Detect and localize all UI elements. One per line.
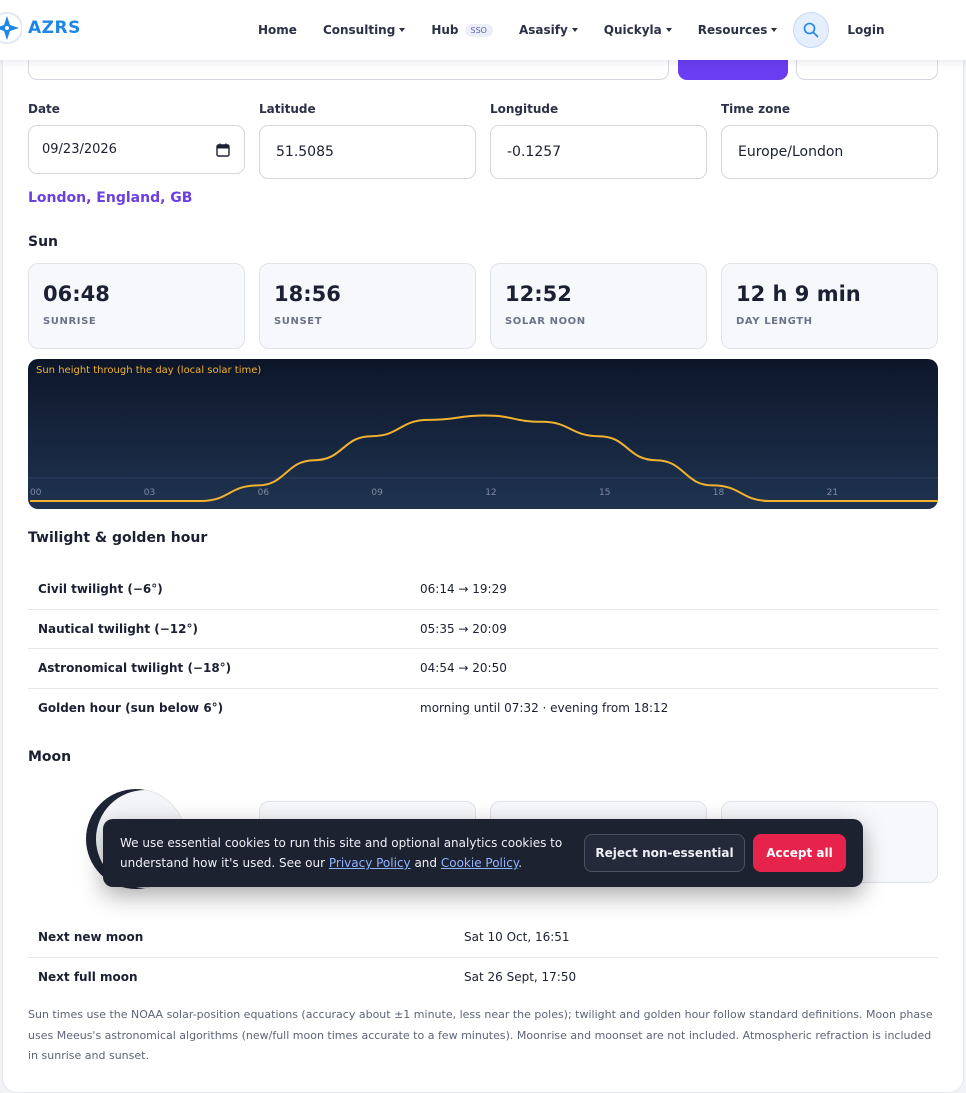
date-field[interactable]: 09/23/2026 bbox=[28, 125, 245, 174]
table-row: Civil twilight (−6°) 06:14 → 19:29 bbox=[28, 570, 938, 610]
sunrise-stat: 06:48 SUNRISE bbox=[28, 263, 245, 349]
timezone-field[interactable]: Europe/London bbox=[721, 125, 938, 179]
table-row: Astronomical twilight (−18°) 04:54 → 20:… bbox=[28, 649, 938, 689]
x-tick-label: 21 bbox=[827, 488, 838, 498]
date-value: 09/23/2026 bbox=[42, 142, 117, 157]
golden-hour-value: morning until 07:32 · evening from 18:12 bbox=[420, 701, 669, 716]
nav-hub[interactable]: Hub SSO bbox=[431, 23, 493, 37]
calendar-icon[interactable] bbox=[216, 143, 230, 157]
longitude-value: -0.1257 bbox=[507, 144, 562, 160]
solar-noon-value: 12:52 bbox=[505, 282, 572, 306]
login-label: Login bbox=[847, 23, 885, 37]
privacy-policy-link[interactable]: Privacy Policy bbox=[329, 856, 411, 870]
nav-consulting[interactable]: Consulting bbox=[322, 23, 406, 37]
nautical-twilight-value: 05:35 → 20:09 bbox=[420, 621, 507, 636]
day-length-label: DAY LENGTH bbox=[736, 316, 813, 327]
nav-resources-label: Resources bbox=[697, 23, 768, 37]
logo-star-icon bbox=[0, 12, 23, 44]
civil-twilight-value: 06:14 → 19:29 bbox=[420, 582, 507, 597]
sunset-value: 18:56 bbox=[274, 282, 341, 306]
brand-logo[interactable]: AZRS bbox=[0, 12, 81, 44]
twilight-table: Civil twilight (−6°) 06:14 → 19:29 Nauti… bbox=[28, 570, 938, 728]
next-new-moon-label: Next new moon bbox=[38, 930, 144, 945]
solar-noon-label: SOLAR NOON bbox=[505, 316, 586, 327]
longitude-field[interactable]: -0.1257 bbox=[490, 125, 707, 179]
x-tick-label: 06 bbox=[258, 488, 270, 498]
x-tick-label: 00 bbox=[30, 488, 42, 498]
moon-table: Next new moon Sat 10 Oct, 16:51 Next ful… bbox=[28, 918, 938, 997]
x-tick-label: 15 bbox=[599, 488, 610, 498]
latitude-field[interactable]: 51.5085 bbox=[259, 125, 476, 179]
sun-section-title: Sun bbox=[28, 234, 59, 250]
search-icon bbox=[804, 22, 819, 38]
next-full-moon-label: Next full moon bbox=[38, 970, 138, 985]
sun-height-chart-svg: Sun height through the day (local solar … bbox=[28, 359, 938, 509]
x-tick-label: 18 bbox=[713, 488, 725, 498]
sunset-label: SUNSET bbox=[274, 316, 323, 327]
astronomical-twilight-value: 04:54 → 20:50 bbox=[420, 661, 507, 676]
sunrise-value: 06:48 bbox=[43, 282, 110, 306]
x-tick-label: 12 bbox=[485, 488, 496, 498]
chart-background bbox=[28, 359, 938, 509]
sunrise-label: SUNRISE bbox=[43, 316, 97, 327]
place-name: London, England, GB bbox=[28, 190, 193, 206]
accept-all-button[interactable]: Accept all bbox=[753, 834, 846, 872]
sun-height-chart: Sun height through the day (local solar … bbox=[28, 359, 938, 509]
cookie-policy-link[interactable]: Cookie Policy bbox=[441, 856, 518, 870]
longitude-label: Longitude bbox=[490, 102, 559, 116]
nav-quickyla-label: Quickyla bbox=[603, 23, 662, 37]
moon-section-title: Moon bbox=[28, 749, 72, 765]
methodology-footnote: Sun times use the NOAA solar-position eq… bbox=[28, 1008, 933, 1062]
next-full-moon-value: Sat 26 Sept, 17:50 bbox=[464, 970, 577, 985]
nav-asasify-label: Asasify bbox=[518, 23, 568, 37]
next-new-moon-value: Sat 10 Oct, 16:51 bbox=[464, 930, 570, 945]
golden-hour-label: Golden hour (sun below 6°) bbox=[38, 701, 224, 716]
search-button[interactable] bbox=[793, 12, 830, 48]
chevron-down-icon bbox=[665, 28, 672, 32]
search-submit-button[interactable] bbox=[678, 58, 788, 80]
reject-non-essential-button[interactable]: Reject non-essential bbox=[584, 834, 745, 872]
use-my-location-button[interactable] bbox=[796, 58, 938, 80]
twilight-section-title: Twilight & golden hour bbox=[28, 530, 208, 546]
location-search-input[interactable] bbox=[28, 58, 669, 80]
date-label: Date bbox=[28, 102, 60, 116]
top-navbar: AZRS Home Consulting Hub SSO Asasify Qui… bbox=[0, 0, 966, 60]
x-tick-label: 03 bbox=[144, 488, 155, 498]
solar-noon-stat: 12:52 SOLAR NOON bbox=[490, 263, 707, 349]
table-row: Next full moon Sat 26 Sept, 17:50 bbox=[28, 958, 938, 998]
logo-text: AZRS bbox=[28, 18, 81, 38]
civil-twilight-label: Civil twilight (−6°) bbox=[38, 582, 163, 597]
latitude-label: Latitude bbox=[259, 102, 316, 116]
astronomical-twilight-label: Astronomical twilight (−18°) bbox=[38, 661, 232, 676]
x-tick-label: 09 bbox=[371, 488, 383, 498]
cookie-text-and: and bbox=[410, 856, 441, 870]
sso-badge: SSO bbox=[464, 23, 493, 37]
latitude-value: 51.5085 bbox=[276, 144, 334, 160]
chevron-down-icon bbox=[771, 28, 778, 32]
nautical-twilight-label: Nautical twilight (−12°) bbox=[38, 621, 198, 636]
chevron-down-icon bbox=[571, 28, 578, 32]
table-row: Golden hour (sun below 6°) morning until… bbox=[28, 689, 938, 729]
nav-hub-label: Hub bbox=[431, 23, 459, 37]
sunset-stat: 18:56 SUNSET bbox=[259, 263, 476, 349]
day-length-value: 12 h 9 min bbox=[736, 282, 861, 306]
chart-title: Sun height through the day (local solar … bbox=[36, 365, 261, 376]
chevron-down-icon bbox=[399, 28, 406, 32]
table-row: Next new moon Sat 10 Oct, 16:51 bbox=[28, 918, 938, 958]
table-row: Nautical twilight (−12°) 05:35 → 20:09 bbox=[28, 610, 938, 649]
login-link[interactable]: Login bbox=[847, 23, 884, 37]
cookie-message: We use essential cookies to run this sit… bbox=[120, 833, 570, 873]
cookie-banner: We use essential cookies to run this sit… bbox=[103, 819, 863, 887]
timezone-label: Time zone bbox=[721, 102, 791, 116]
nav-consulting-label: Consulting bbox=[322, 23, 396, 37]
nav-asasify[interactable]: Asasify bbox=[519, 23, 578, 37]
nav-quickyla[interactable]: Quickyla bbox=[604, 23, 672, 37]
nav-resources[interactable]: Resources bbox=[698, 23, 778, 37]
timezone-value: Europe/London bbox=[738, 144, 844, 160]
main-nav: Home Consulting Hub SSO Asasify Quickyla… bbox=[258, 0, 911, 60]
day-length-stat: 12 h 9 min DAY LENGTH bbox=[721, 263, 938, 349]
nav-home-label: Home bbox=[258, 23, 297, 37]
nav-home[interactable]: Home bbox=[258, 23, 297, 37]
cookie-text-after: . bbox=[518, 856, 523, 870]
